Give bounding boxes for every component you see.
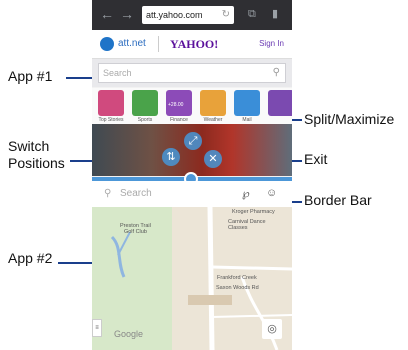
header-divider — [158, 36, 159, 52]
app1-category-tiles: Top Stories Sports +28.00 Finance Weathe… — [92, 88, 292, 124]
split-maximize-icon[interactable]: ⤢ — [184, 132, 202, 150]
callout-switch-positions: Switch Positions — [8, 138, 65, 172]
callout-exit: Exit — [304, 151, 328, 167]
browser-toolbar: ← → att.yahoo.com ↻ ⧉ ▮ — [92, 0, 292, 30]
tile-weather[interactable] — [200, 90, 226, 116]
map-label-dance: Carnival Dance Classes — [228, 219, 266, 231]
app2-search-icon: ⚲ — [104, 188, 112, 199]
app1-header: att.net YAHOO! Sign In — [92, 30, 292, 59]
menu-handle-icon[interactable]: ≡ — [92, 319, 102, 337]
yahoo-logo[interactable]: YAHOO! — [170, 37, 218, 52]
switch-positions-icon[interactable]: ⇅ — [162, 148, 180, 166]
callout-split-maximize: Split/Maximize — [304, 111, 395, 127]
app2-search-input[interactable]: Search — [120, 188, 152, 199]
tile-more[interactable] — [268, 90, 292, 116]
app2-map[interactable]: Kroger Pharmacy Carnival Dance Classes P… — [92, 207, 292, 350]
callout-app1: App #1 — [8, 68, 53, 84]
road-minor — [211, 314, 292, 318]
url-bar[interactable]: att.yahoo.com ↻ — [142, 6, 234, 24]
google-watermark: Google — [114, 329, 144, 339]
att-net-label[interactable]: att.net — [118, 38, 146, 49]
my-location-icon[interactable]: ◎ — [262, 319, 282, 339]
sign-in-link[interactable]: Sign In — [259, 39, 284, 48]
app1-search-row: Search ⚲ — [92, 59, 292, 87]
tile-label: Mail — [242, 117, 252, 123]
road-cross — [211, 265, 292, 271]
directions-icon[interactable]: ℘ — [242, 187, 250, 200]
map-label-preston: Preston Trail Golf Club — [120, 223, 151, 235]
callout-border-bar: Border Bar — [304, 192, 372, 208]
map-label-saxon: Saxon Woods Rd — [216, 285, 259, 291]
app1-search-input[interactable]: Search ⚲ — [98, 63, 286, 83]
tile-label: Top Stories — [98, 117, 124, 123]
exit-close-icon[interactable]: ✕ — [204, 150, 222, 168]
forward-arrow-icon[interactable]: → — [120, 6, 134, 22]
tile-finance[interactable]: +28.00 — [166, 90, 192, 116]
search-icon[interactable]: ⚲ — [273, 64, 280, 82]
callout-switch-line1: Switch — [8, 138, 50, 154]
phone-screen: ← → att.yahoo.com ↻ ⧉ ▮ att.net YAHOO! S… — [92, 0, 292, 350]
tile-label: Sports — [137, 117, 153, 123]
app2-search-bar: ⚲ Search ℘ ☺ — [92, 181, 292, 208]
reload-icon[interactable]: ↻ — [222, 8, 230, 22]
app1-search-placeholder: Search — [103, 68, 132, 78]
map-label-frankford: Frankford Creek — [217, 275, 257, 281]
att-globe-icon — [100, 37, 114, 51]
finance-value: +28.00 — [168, 102, 184, 108]
map-label-kroger: Kroger Pharmacy — [232, 209, 275, 215]
callout-switch-line2: Positions — [8, 155, 65, 171]
block — [188, 295, 232, 305]
tile-label: Finance — [170, 117, 188, 123]
account-icon[interactable]: ☺ — [266, 187, 277, 199]
tile-sports[interactable] — [132, 90, 158, 116]
callout-app2: App #2 — [8, 250, 53, 266]
tile-label: Weather — [203, 117, 223, 123]
tile-top-stories[interactable] — [98, 90, 124, 116]
url-text: att.yahoo.com — [146, 10, 203, 20]
bookmark-icon[interactable]: ▮ — [272, 6, 278, 22]
tile-mail[interactable] — [234, 90, 260, 116]
road-main — [207, 207, 215, 350]
tabs-icon[interactable]: ⧉ — [248, 6, 256, 22]
back-arrow-icon[interactable]: ← — [100, 6, 114, 22]
